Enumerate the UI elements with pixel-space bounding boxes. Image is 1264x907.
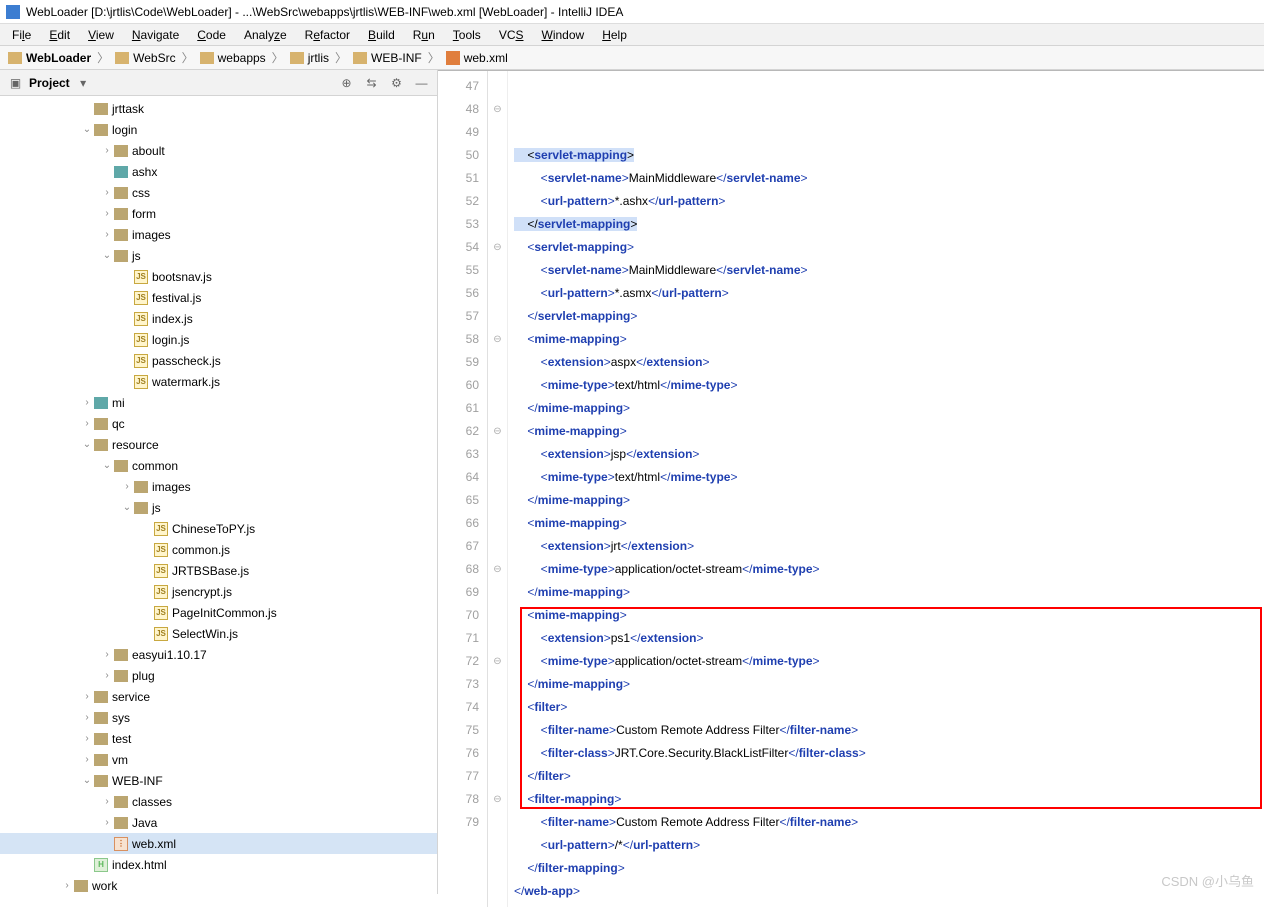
tree-node-jsencrypt.js[interactable]: JSjsencrypt.js (0, 581, 437, 602)
menu-bar: FileEditViewNavigateCodeAnalyzeRefactorB… (0, 24, 1264, 46)
tree-node-bootsnav.js[interactable]: JSbootsnav.js (0, 266, 437, 287)
tree-node-index.html[interactable]: Hindex.html (0, 854, 437, 875)
menu-edit[interactable]: Edit (41, 26, 78, 44)
tree-node-login.js[interactable]: JSlogin.js (0, 329, 437, 350)
tree-node-passcheck.js[interactable]: JSpasscheck.js (0, 350, 437, 371)
project-panel: ▣ Project ▾ ⊕ ⇆ ⚙ — jrttask⌄login›aboult… (0, 70, 438, 894)
gear-icon[interactable]: ⚙ (389, 75, 404, 90)
tree-node-java[interactable]: ›Java (0, 812, 437, 833)
project-tree[interactable]: jrttask⌄login›aboultashx›css›form›images… (0, 96, 437, 894)
menu-tools[interactable]: Tools (445, 26, 489, 44)
tree-node-aboult[interactable]: ›aboult (0, 140, 437, 161)
code-area[interactable]: <servlet-mapping> <servlet-name>MainMidd… (508, 71, 1264, 907)
tree-node-login[interactable]: ⌄login (0, 119, 437, 140)
crumb-web-inf[interactable]: WEB-INF (351, 50, 424, 66)
menu-help[interactable]: Help (594, 26, 635, 44)
tree-node-web.xml[interactable]: ⋮web.xml (0, 833, 437, 854)
chevron-icon: 〉 (182, 49, 194, 66)
tree-node-form[interactable]: ›form (0, 203, 437, 224)
title-bar: WebLoader [D:\jrtlis\Code\WebLoader] - .… (0, 0, 1264, 24)
tree-node-selectwin.js[interactable]: JSSelectWin.js (0, 623, 437, 644)
crumb-webloader[interactable]: WebLoader (6, 50, 93, 66)
tree-node-css[interactable]: ›css (0, 182, 437, 203)
tree-node-easyui1.10.17[interactable]: ›easyui1.10.17 (0, 644, 437, 665)
tree-node-common[interactable]: ⌄common (0, 455, 437, 476)
tree-node-jrtbsbase.js[interactable]: JSJRTBSBase.js (0, 560, 437, 581)
tree-node-js[interactable]: ⌄js (0, 245, 437, 266)
tree-node-jrttask[interactable]: jrttask (0, 98, 437, 119)
tree-node-work[interactable]: ›work (0, 875, 437, 894)
highlight-box (520, 607, 1262, 809)
app-icon (6, 5, 20, 19)
menu-window[interactable]: Window (534, 26, 593, 44)
gutter: 4748495051525354555657585960616263646566… (438, 71, 488, 907)
tree-node-qc[interactable]: ›qc (0, 413, 437, 434)
tree-node-common.js[interactable]: JScommon.js (0, 539, 437, 560)
tree-node-mi[interactable]: ›mi (0, 392, 437, 413)
hide-icon[interactable]: — (414, 75, 429, 90)
chevron-icon: 〉 (97, 49, 109, 66)
tree-node-plug[interactable]: ›plug (0, 665, 437, 686)
menu-view[interactable]: View (80, 26, 122, 44)
menu-build[interactable]: Build (360, 26, 403, 44)
tree-node-index.js[interactable]: JSindex.js (0, 308, 437, 329)
crumb-webapps[interactable]: webapps (198, 50, 268, 66)
breadcrumb: WebLoader〉WebSrc〉webapps〉jrtlis〉WEB-INF〉… (0, 46, 1264, 70)
tree-node-festival.js[interactable]: JSfestival.js (0, 287, 437, 308)
tree-node-web-inf[interactable]: ⌄WEB-INF (0, 770, 437, 791)
menu-vcs[interactable]: VCS (491, 26, 532, 44)
tree-node-vm[interactable]: ›vm (0, 749, 437, 770)
menu-file[interactable]: File (4, 26, 39, 44)
chevron-icon: 〉 (272, 49, 284, 66)
chevron-icon: 〉 (428, 49, 440, 66)
fold-column[interactable]: ⊖⊖⊖⊖⊖⊖⊖ (488, 71, 508, 907)
crumb-web.xml[interactable]: web.xml (444, 50, 510, 66)
project-toolbar: ▣ Project ▾ ⊕ ⇆ ⚙ — (0, 70, 437, 96)
menu-refactor[interactable]: Refactor (297, 26, 358, 44)
editor: 4748495051525354555657585960616263646566… (438, 71, 1264, 907)
chevron-down-icon[interactable]: ▾ (76, 75, 91, 90)
tree-node-ashx[interactable]: ashx (0, 161, 437, 182)
tree-node-service[interactable]: ›service (0, 686, 437, 707)
crumb-jrtlis[interactable]: jrtlis (288, 50, 331, 66)
tree-node-js[interactable]: ⌄js (0, 497, 437, 518)
menu-navigate[interactable]: Navigate (124, 26, 187, 44)
crumb-websrc[interactable]: WebSrc (113, 50, 177, 66)
menu-run[interactable]: Run (405, 26, 443, 44)
tree-node-test[interactable]: ›test (0, 728, 437, 749)
editor-area: BlackListTest.java×Login.html×frmDownLoa… (438, 70, 1264, 894)
tree-node-images[interactable]: ›images (0, 224, 437, 245)
window-title: WebLoader [D:\jrtlis\Code\WebLoader] - .… (26, 5, 623, 19)
watermark: CSDN @小乌鱼 (1161, 871, 1254, 890)
tree-node-pageinitcommon.js[interactable]: JSPageInitCommon.js (0, 602, 437, 623)
project-label[interactable]: Project (29, 76, 70, 90)
tree-node-images[interactable]: ›images (0, 476, 437, 497)
chevron-icon: 〉 (335, 49, 347, 66)
menu-analyze[interactable]: Analyze (236, 26, 295, 44)
tree-node-resource[interactable]: ⌄resource (0, 434, 437, 455)
tree-node-sys[interactable]: ›sys (0, 707, 437, 728)
main: ▣ Project ▾ ⊕ ⇆ ⚙ — jrttask⌄login›aboult… (0, 70, 1264, 894)
tree-node-classes[interactable]: ›classes (0, 791, 437, 812)
expand-all-icon[interactable]: ⇆ (364, 75, 379, 90)
select-opened-icon[interactable]: ⊕ (339, 75, 354, 90)
project-folder-icon: ▣ (8, 75, 23, 90)
menu-code[interactable]: Code (189, 26, 234, 44)
tree-node-watermark.js[interactable]: JSwatermark.js (0, 371, 437, 392)
tree-node-chinesetopy.js[interactable]: JSChineseToPY.js (0, 518, 437, 539)
